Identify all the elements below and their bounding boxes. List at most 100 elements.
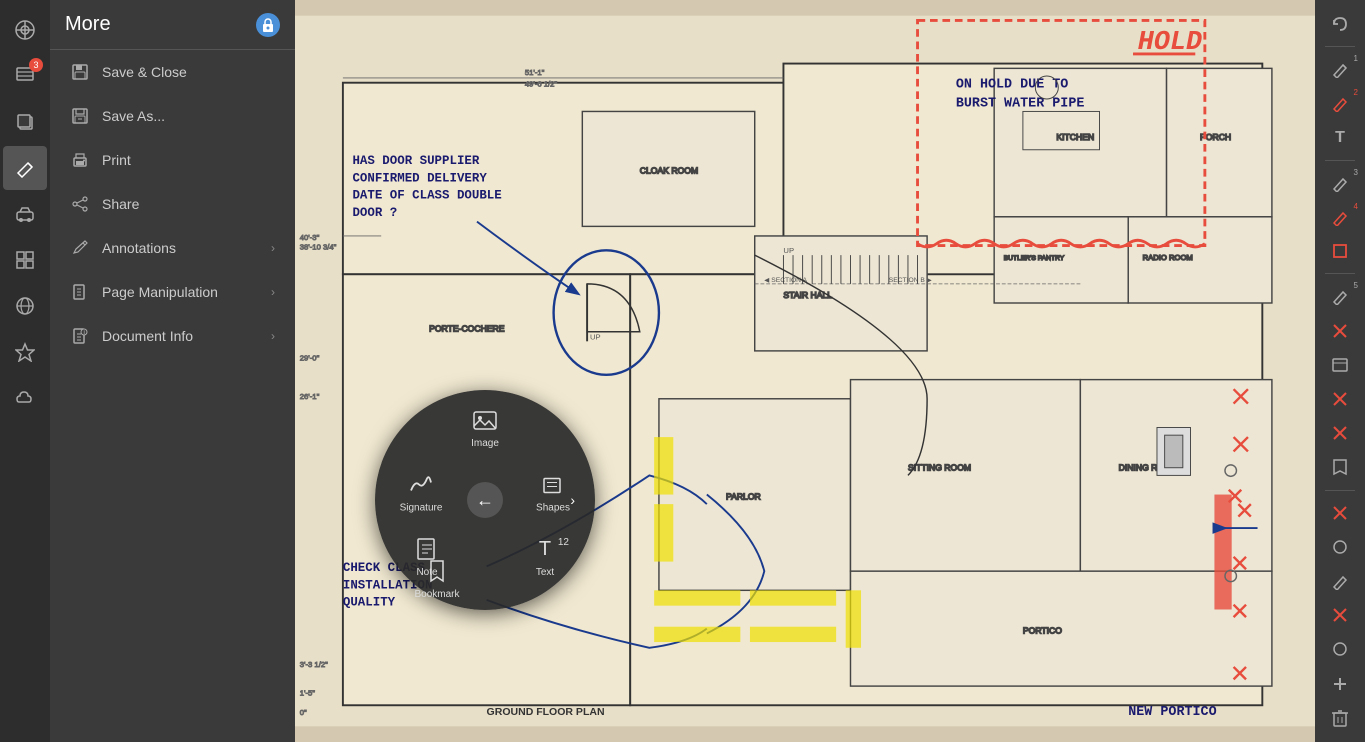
radial-item-text[interactable]: T 12 Text [515, 533, 575, 578]
svg-text:3'-3 1/2": 3'-3 1/2" [300, 660, 328, 669]
vehicle-btn[interactable] [3, 192, 47, 236]
star-btn[interactable] [3, 330, 47, 374]
cross-2[interactable] [1320, 383, 1360, 415]
save-close-icon [70, 62, 90, 82]
pen-tool-2[interactable]: 2 [1320, 87, 1360, 119]
sidebar-title: More [65, 13, 256, 36]
bookmark-icon [421, 555, 453, 587]
print-icon [70, 150, 90, 170]
sidebar-menu: Save & Close Save As... [50, 50, 295, 742]
svg-text:CLOAK ROOM: CLOAK ROOM [640, 166, 698, 176]
grid-btn[interactable] [3, 238, 47, 282]
svg-text:BUTLER'S PANTRY: BUTLER'S PANTRY [1004, 255, 1065, 262]
image-viewer-tool[interactable] [1320, 349, 1360, 381]
text-radial-icon: T 12 [529, 533, 561, 565]
svg-text:CONFIRMED DELIVERY: CONFIRMED DELIVERY [352, 171, 487, 185]
svg-text:HAS DOOR SUPPLIER: HAS DOOR SUPPLIER [352, 154, 479, 168]
radial-center-back[interactable]: ← [467, 482, 503, 518]
cross-1[interactable] [1320, 314, 1360, 346]
svg-text:29'-0": 29'-0" [300, 353, 320, 362]
signature-label: Signature [400, 503, 443, 514]
signature-icon [405, 469, 437, 501]
menu-item-save-close[interactable]: Save & Close [50, 50, 295, 94]
blueprint-svg: CLOAK ROOM KITCHEN PORCH STAIR HALL BUTL… [295, 0, 1315, 742]
svg-text:SECTION B ▶: SECTION B ▶ [889, 277, 933, 284]
radial-item-signature[interactable]: Signature [391, 469, 451, 514]
svg-text:UP: UP [783, 246, 794, 255]
radial-menu: ← Image Signatu [375, 390, 595, 610]
svg-text:40'-3": 40'-3" [300, 233, 320, 242]
svg-text:UP: UP [590, 332, 601, 341]
pen-tool-5[interactable]: 5 [1320, 280, 1360, 312]
annotations-icon [70, 238, 90, 258]
svg-text:51'-1": 51'-1" [525, 68, 545, 77]
share-label: Share [102, 196, 139, 212]
document-info-label: Document Info [102, 328, 193, 344]
svg-text:1'-5": 1'-5" [300, 689, 316, 698]
edit-btn[interactable] [3, 146, 47, 190]
menu-item-page-manipulation[interactable]: Page Manipulation › [50, 270, 295, 314]
shapes-icon [537, 469, 569, 501]
circle-1[interactable] [1320, 531, 1360, 563]
page-manipulation-icon [70, 282, 90, 302]
save-as-icon [70, 106, 90, 126]
layers-btn[interactable]: 3 [3, 54, 47, 98]
cross-4[interactable] [1320, 496, 1360, 528]
trash-btn[interactable] [1320, 702, 1360, 734]
circle-2[interactable] [1320, 633, 1360, 665]
svg-text:PARLOR: PARLOR [726, 491, 761, 501]
blueprint-area: CLOAK ROOM KITCHEN PORCH STAIR HALL BUTL… [295, 0, 1315, 742]
cross-3[interactable] [1320, 417, 1360, 449]
print-label: Print [102, 152, 131, 168]
left-icon-strip: 3 [0, 0, 50, 742]
toolbar-divider-3 [1325, 273, 1355, 274]
svg-text:RADIO ROOM: RADIO ROOM [1143, 253, 1193, 262]
image-icon [469, 404, 501, 436]
svg-text:PORTE-COCHERE: PORTE-COCHERE [429, 324, 505, 334]
save-as-label: Save As... [102, 108, 165, 124]
globe-btn[interactable] [3, 284, 47, 328]
lock-icon [256, 13, 280, 37]
svg-text:SITTING ROOM: SITTING ROOM [908, 463, 971, 473]
menu-item-annotations[interactable]: Annotations › [50, 226, 295, 270]
annotations-label: Annotations [102, 240, 176, 256]
pen-tool-4[interactable]: 4 [1320, 201, 1360, 233]
svg-text:KITCHEN: KITCHEN [1056, 132, 1094, 142]
radial-right-arrow[interactable]: › [570, 492, 575, 508]
pen-tool-1[interactable]: 1 [1320, 53, 1360, 85]
menu-item-print[interactable]: Print [50, 138, 295, 182]
svg-text:PORTICO: PORTICO [1023, 625, 1062, 635]
sidebar: More Save & Close [50, 0, 295, 742]
svg-text:DATE OF CLASS DOUBLE: DATE OF CLASS DOUBLE [352, 189, 501, 203]
save-close-label: Save & Close [102, 64, 187, 80]
radial-item-bookmark[interactable]: Bookmark [407, 555, 467, 600]
sidebar-header: More [50, 0, 295, 50]
radial-item-image[interactable]: Image [455, 404, 515, 449]
undo-btn[interactable] [1320, 8, 1360, 40]
annotations-arrow: › [271, 241, 275, 255]
menu-item-document-info[interactable]: i Document Info › [50, 314, 295, 358]
rect-tool[interactable] [1320, 235, 1360, 267]
page-manipulation-label: Page Manipulation [102, 284, 218, 300]
cloud-btn[interactable] [3, 376, 47, 420]
cross-5[interactable] [1320, 599, 1360, 631]
pen-tool-6[interactable] [1320, 565, 1360, 597]
svg-text:NEW PORTICO: NEW PORTICO [1128, 705, 1216, 720]
toolbar-divider-4 [1325, 490, 1355, 491]
page-manipulation-arrow: › [271, 285, 275, 299]
svg-text:GROUND FLOOR PLAN: GROUND FLOOR PLAN [487, 706, 605, 718]
pen-tool-3[interactable]: 3 [1320, 167, 1360, 199]
radial-circle-bg: ← Image Signatu [375, 390, 595, 610]
bookmark-tool[interactable] [1320, 451, 1360, 483]
home-icon-btn[interactable] [3, 8, 47, 52]
add-btn[interactable] [1320, 668, 1360, 700]
document-info-arrow: › [271, 329, 275, 343]
copy-btn[interactable] [3, 100, 47, 144]
menu-item-save-as[interactable]: Save As... [50, 94, 295, 138]
image-label: Image [471, 438, 499, 449]
svg-text:49'-6 1/2": 49'-6 1/2" [525, 80, 558, 89]
document-info-icon: i [70, 326, 90, 346]
toolbar-divider-2 [1325, 160, 1355, 161]
menu-item-share[interactable]: Share [50, 182, 295, 226]
text-tool[interactable]: T [1320, 122, 1360, 154]
